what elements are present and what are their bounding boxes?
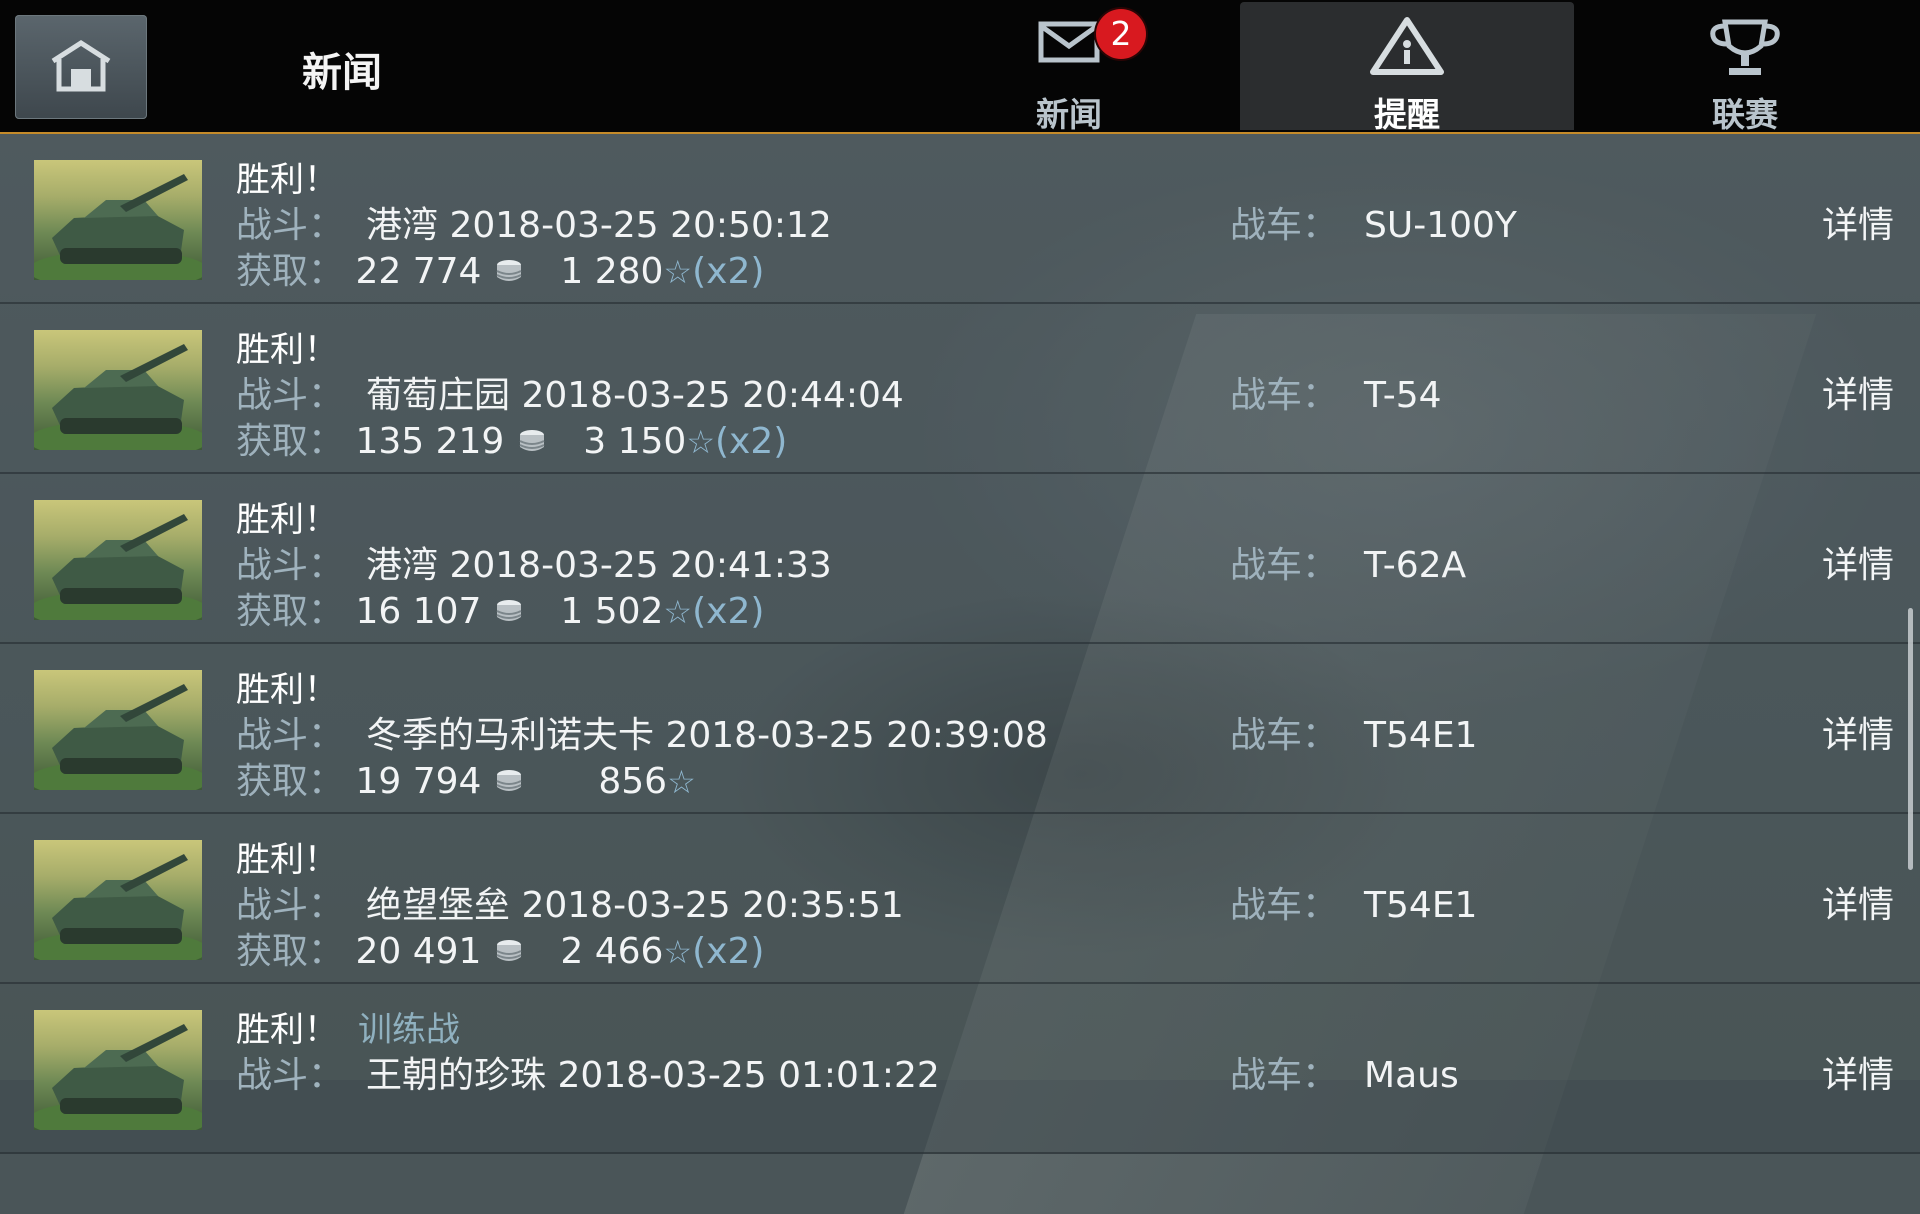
home-button[interactable]: [15, 15, 147, 119]
earned-label: 获取：: [236, 421, 345, 462]
tab-news-label: 新闻: [1036, 95, 1102, 134]
tank-name: SU-100Y: [1364, 205, 1517, 246]
earned-label: 获取：: [236, 251, 345, 292]
coins-icon: [495, 763, 523, 804]
result-label: 胜利！: [236, 1010, 338, 1050]
tank-thumbnail: [34, 500, 202, 620]
result-label: 胜利！: [236, 670, 338, 710]
result-label: 胜利！: [236, 840, 338, 880]
xp-value: 856: [598, 761, 668, 802]
tank-name: T54E1: [1364, 885, 1478, 926]
battle-row[interactable]: 胜利！ 战斗： 冬季的马利诺夫卡 2018-03-25 20:39:08 获取： …: [0, 644, 1920, 814]
star-icon: ☆: [667, 763, 696, 801]
credits-value: 22 774: [355, 251, 482, 292]
tank-label: 战车：: [1230, 715, 1339, 756]
map-time-value: 绝望堡垒 2018-03-25 20:35:51: [366, 885, 904, 926]
battle-mode-label: 训练战: [358, 1010, 460, 1050]
credits-value: 19 794: [355, 761, 482, 802]
battle-label: 战斗：: [236, 375, 345, 416]
star-icon: ☆: [663, 253, 693, 291]
battle-label: 战斗：: [236, 205, 345, 246]
xp-value: 3 150: [583, 421, 687, 462]
tab-news[interactable]: 新闻: [902, 2, 1236, 134]
tank-thumbnail: [34, 670, 202, 790]
trophy-icon: [1710, 19, 1780, 75]
multiplier-label: (x2): [692, 591, 765, 632]
multiplier-label: (x2): [692, 251, 765, 292]
details-button[interactable]: 详情: [1822, 876, 1894, 928]
battle-label: 战斗：: [236, 715, 345, 756]
battle-row[interactable]: 胜利！ 战斗： 绝望堡垒 2018-03-25 20:35:51 获取： 20 4…: [0, 814, 1920, 984]
tank-label: 战车：: [1230, 375, 1339, 416]
tab-league-label: 联赛: [1712, 95, 1778, 134]
home-icon: [51, 40, 111, 92]
details-button[interactable]: 详情: [1822, 706, 1894, 758]
tank-thumbnail: [34, 160, 202, 280]
tank-name: Maus: [1364, 1055, 1459, 1096]
tab-alerts-label: 提醒: [1374, 95, 1440, 134]
earned-label: 获取：: [236, 761, 345, 802]
battle-label: 战斗：: [236, 545, 345, 586]
star-icon: ☆: [663, 933, 693, 971]
credits-value: 16 107: [355, 591, 482, 632]
tank-label: 战车：: [1230, 205, 1339, 246]
details-button[interactable]: 详情: [1822, 536, 1894, 588]
battle-row[interactable]: 胜利！训练战 战斗：王朝的珍珠 2018-03-25 01:01:22 获取： …: [0, 984, 1920, 1154]
earned-label: 获取：: [236, 591, 345, 632]
battle-row[interactable]: 胜利！ 战斗： 葡萄庄园 2018-03-25 20:44:04 获取： 135 …: [0, 304, 1920, 474]
tank-label: 战车：: [1230, 545, 1339, 586]
xp-value: 1 502: [560, 591, 664, 632]
coins-icon: [495, 933, 523, 974]
coins-icon: [495, 593, 523, 634]
page-title: 新闻: [302, 50, 382, 96]
details-button[interactable]: 详情: [1822, 1046, 1894, 1098]
earned-label: 获取：: [236, 931, 345, 972]
tank-thumbnail: [34, 1010, 202, 1130]
multiplier-label: (x2): [715, 421, 788, 462]
tab-alerts[interactable]: 提醒: [1240, 2, 1574, 134]
mail-icon: [1038, 21, 1100, 63]
details-button[interactable]: 详情: [1822, 366, 1894, 418]
details-button[interactable]: 详情: [1822, 196, 1894, 248]
tank-name: T-62A: [1364, 545, 1467, 586]
map-time-value: 冬季的马利诺夫卡 2018-03-25 20:39:08: [366, 715, 1048, 756]
battle-label: 战斗：: [236, 885, 345, 926]
result-label: 胜利！: [236, 330, 338, 370]
map-time-value: 港湾 2018-03-25 20:41:33: [366, 545, 832, 586]
tank-name: T54E1: [1364, 715, 1478, 756]
coins-icon: [518, 423, 546, 464]
battle-label: 战斗：: [236, 1055, 345, 1096]
top-bar: 新闻 新闻 2 提醒 联赛: [0, 0, 1920, 134]
battle-row[interactable]: 胜利！ 战斗： 港湾 2018-03-25 20:50:12 获取： 22 774…: [0, 134, 1920, 304]
coins-icon: [495, 253, 523, 294]
star-icon: ☆: [663, 593, 693, 631]
tab-league[interactable]: 联赛: [1578, 2, 1912, 134]
map-time-value: 港湾 2018-03-25 20:50:12: [366, 205, 832, 246]
tank-label: 战车：: [1230, 1055, 1339, 1096]
tank-thumbnail: [34, 840, 202, 960]
warning-icon: [1370, 17, 1444, 75]
result-label: 胜利！: [236, 500, 338, 540]
credits-value: 20 491: [355, 931, 482, 972]
tank-name: T-54: [1364, 375, 1442, 416]
map-time-value: 葡萄庄园 2018-03-25 20:44:04: [366, 375, 904, 416]
multiplier-label: (x2): [692, 931, 765, 972]
map-time-value: 王朝的珍珠 2018-03-25 01:01:22: [366, 1055, 940, 1096]
tank-label: 战车：: [1230, 885, 1339, 926]
xp-value: 1 280: [560, 251, 664, 292]
credits-value: 135 219: [355, 421, 505, 462]
notification-badge: 2: [1096, 9, 1146, 59]
star-icon: ☆: [686, 423, 715, 461]
scrollbar[interactable]: [1908, 608, 1913, 870]
battle-list: 胜利！ 战斗： 港湾 2018-03-25 20:50:12 获取： 22 774…: [0, 134, 1920, 1154]
result-label: 胜利！: [236, 160, 338, 200]
tank-thumbnail: [34, 330, 202, 450]
battle-row[interactable]: 胜利！ 战斗： 港湾 2018-03-25 20:41:33 获取： 16 107…: [0, 474, 1920, 644]
xp-value: 2 466: [560, 931, 664, 972]
